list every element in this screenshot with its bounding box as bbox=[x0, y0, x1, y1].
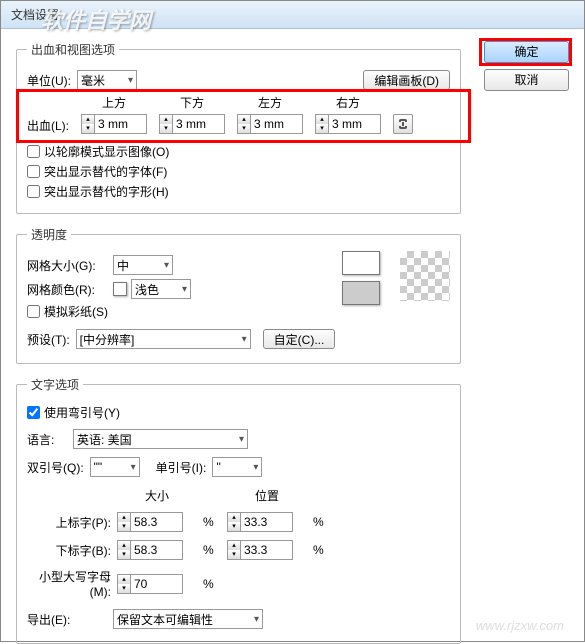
preset-label: 预设(T): bbox=[27, 331, 70, 348]
units-combo[interactable]: 毫米 bbox=[77, 70, 137, 90]
bleed-legend: 出血和视图选项 bbox=[27, 41, 119, 58]
grid-color-swatch-icon bbox=[113, 282, 127, 296]
edit-artboards-button[interactable]: 编辑画板(D) bbox=[363, 70, 450, 90]
transparency-preview bbox=[400, 251, 450, 301]
highlight-fonts-label: 突出显示替代的字体(F) bbox=[44, 163, 167, 180]
titlebar: 文档设置 软件自学网 bbox=[1, 1, 584, 29]
position-header: 位置 bbox=[227, 487, 307, 504]
highlight-ok bbox=[479, 38, 572, 66]
custom-preset-button[interactable]: 自定(C)... bbox=[263, 329, 336, 349]
smallcaps-input[interactable] bbox=[130, 574, 183, 594]
superscript-size-input[interactable] bbox=[130, 512, 183, 532]
grid-size-label: 网格大小(G): bbox=[27, 257, 107, 274]
size-header: 大小 bbox=[117, 487, 197, 504]
language-combo[interactable]: 英语: 美国 bbox=[73, 429, 248, 449]
dquote-label: 双引号(Q): bbox=[27, 459, 84, 476]
outline-mode-checkbox[interactable] bbox=[27, 145, 40, 158]
export-label: 导出(E): bbox=[27, 611, 113, 628]
highlight-glyphs-checkbox[interactable] bbox=[27, 185, 40, 198]
subscript-size-spinner[interactable]: ▴▾ bbox=[117, 540, 130, 560]
use-quotes-label: 使用弯引号(Y) bbox=[44, 404, 120, 421]
smallcaps-spinner[interactable]: ▴▾ bbox=[117, 574, 130, 594]
superscript-pos-spinner[interactable]: ▴▾ bbox=[227, 512, 240, 532]
superscript-label: 上标字(P): bbox=[27, 514, 117, 531]
smallcaps-label: 小型大写字母(M): bbox=[27, 568, 117, 599]
simulate-paper-checkbox[interactable] bbox=[27, 305, 40, 318]
preset-combo[interactable]: [中分辨率] bbox=[76, 329, 251, 349]
grid-color-combo[interactable]: 浅色 bbox=[131, 279, 191, 299]
superscript-size-spinner[interactable]: ▴▾ bbox=[117, 512, 130, 532]
swatch-dark bbox=[342, 281, 380, 305]
transparency-group: 透明度 网格大小(G): 中 网格颜色(R): 浅色 模拟彩纸(S) bbox=[16, 226, 461, 364]
use-quotes-checkbox[interactable] bbox=[27, 406, 40, 419]
cancel-button[interactable]: 取消 bbox=[484, 69, 569, 91]
outline-mode-label: 以轮廓模式显示图像(O) bbox=[44, 143, 169, 160]
highlight-glyphs-label: 突出显示替代的字形(H) bbox=[44, 183, 169, 200]
subscript-label: 下标字(B): bbox=[27, 542, 117, 559]
highlight-bleed bbox=[16, 89, 471, 143]
transparency-legend: 透明度 bbox=[27, 226, 71, 243]
text-options-legend: 文字选项 bbox=[27, 376, 83, 393]
grid-color-label: 网格颜色(R): bbox=[27, 281, 107, 298]
subscript-size-input[interactable] bbox=[130, 540, 183, 560]
language-label: 语言: bbox=[27, 431, 67, 448]
simulate-paper-label: 模拟彩纸(S) bbox=[44, 303, 108, 320]
document-setup-dialog: 文档设置 软件自学网 确定 取消 出血和视图选项 单位(U): 毫米 编辑画板(… bbox=[0, 0, 585, 642]
squote-label: 单引号(I): bbox=[156, 459, 207, 476]
export-combo[interactable]: 保留文本可编辑性 bbox=[113, 609, 263, 629]
units-label: 单位(U): bbox=[27, 72, 71, 89]
squote-combo[interactable]: '' bbox=[212, 457, 262, 477]
highlight-fonts-checkbox[interactable] bbox=[27, 165, 40, 178]
grid-size-combo[interactable]: 中 bbox=[113, 255, 173, 275]
subscript-pos-input[interactable] bbox=[240, 540, 293, 560]
subscript-pos-spinner[interactable]: ▴▾ bbox=[227, 540, 240, 560]
swatch-light bbox=[342, 251, 380, 275]
text-options-group: 文字选项 使用弯引号(Y) 语言: 英语: 美国 双引号(Q): "" 单引号(… bbox=[16, 376, 461, 644]
window-title: 文档设置 bbox=[11, 8, 59, 22]
dquote-combo[interactable]: "" bbox=[90, 457, 140, 477]
superscript-pos-input[interactable] bbox=[240, 512, 293, 532]
